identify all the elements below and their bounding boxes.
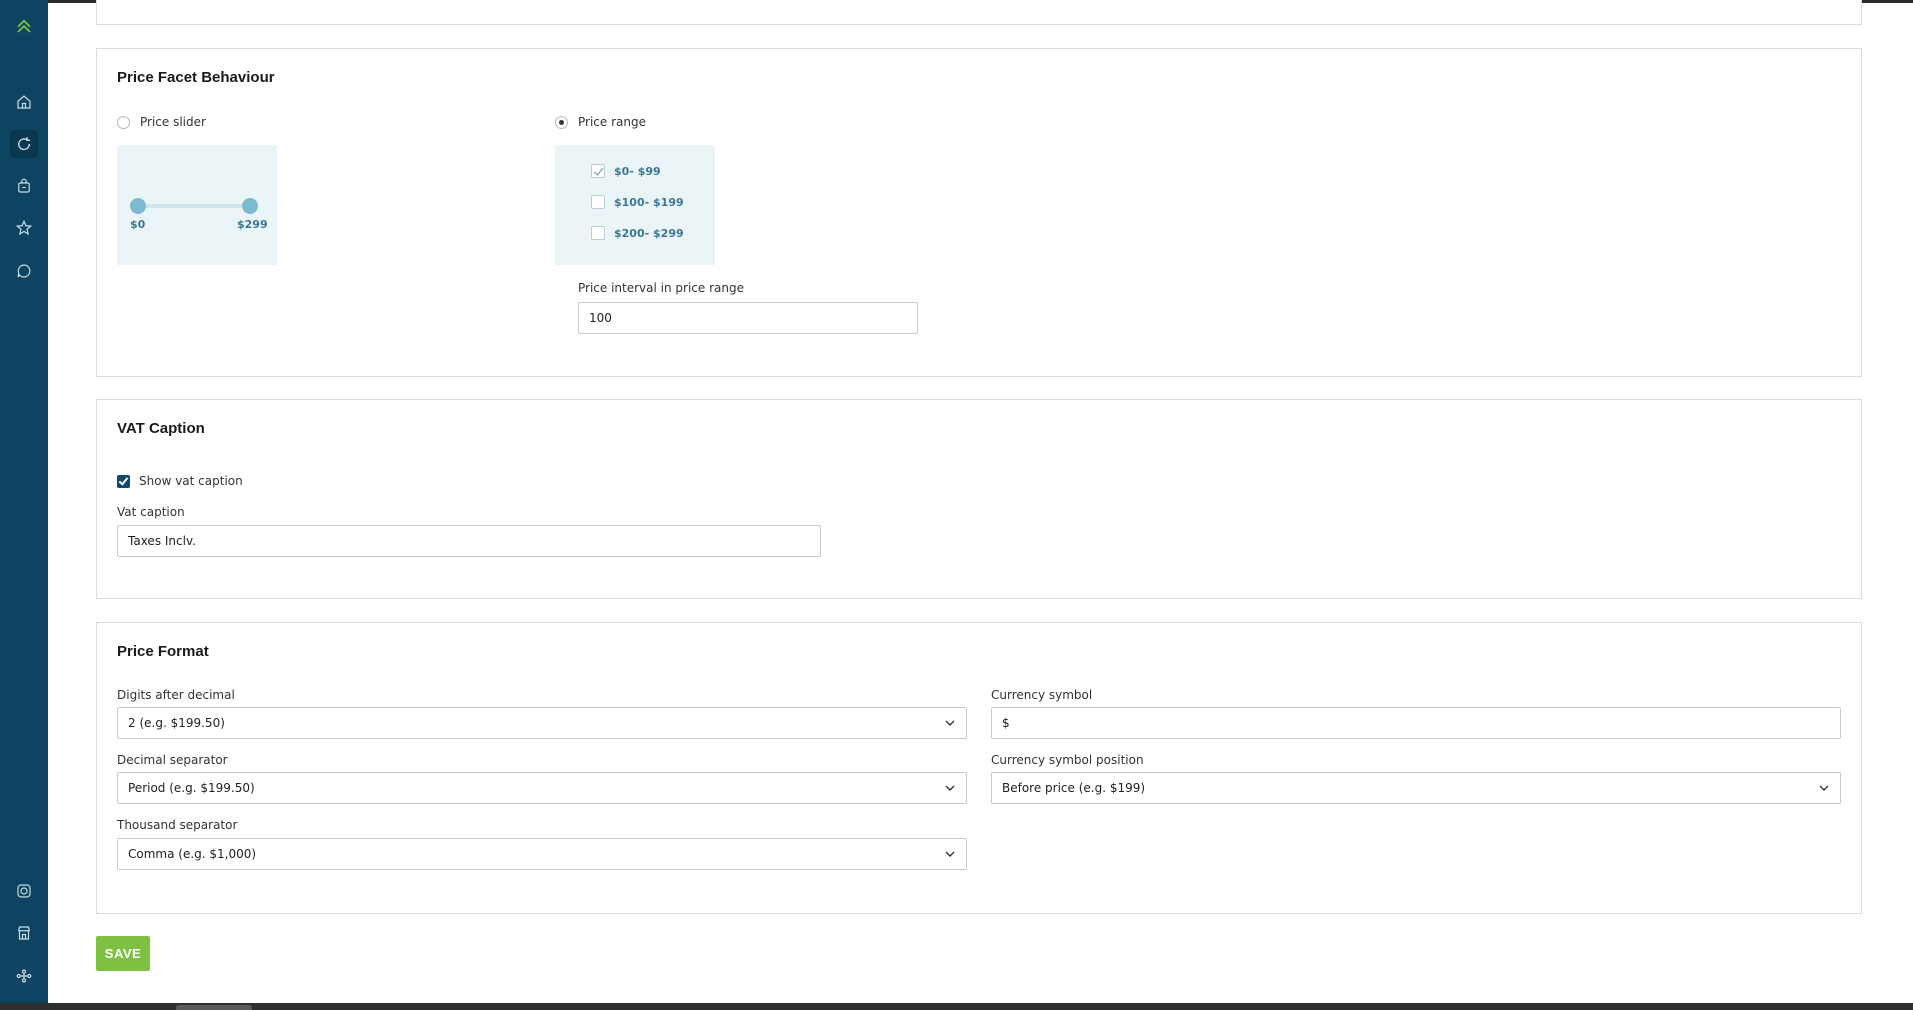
position-select[interactable]: Before price (e.g. $199): [991, 772, 1841, 804]
app-logo-icon[interactable]: [10, 12, 38, 40]
section-title: Price Facet Behaviour: [117, 69, 275, 86]
chat-icon[interactable]: [10, 257, 38, 285]
sidebar: [0, 0, 48, 1003]
price-range-preview: $0- $99 $100- $199 $200- $299: [555, 145, 715, 265]
radio-label: Price range: [578, 115, 646, 129]
chevron-down-icon: [945, 851, 955, 857]
decimal-select[interactable]: Period (e.g. $199.50): [117, 772, 967, 804]
slider-min-label: $0: [130, 218, 146, 231]
select-value: Before price (e.g. $199): [1002, 781, 1146, 795]
select-value: 2 (e.g. $199.50): [128, 716, 225, 730]
select-value: Comma (e.g. $1,000): [128, 847, 257, 861]
price-slider-radio[interactable]: Price slider: [117, 115, 206, 129]
digits-label: Digits after decimal: [117, 688, 235, 702]
instagram-icon[interactable]: [10, 877, 38, 905]
currency-input[interactable]: $: [991, 707, 1841, 739]
save-button[interactable]: SAVE: [96, 936, 150, 971]
slider-max-label: $299: [237, 218, 268, 231]
thousand-label: Thousand separator: [117, 818, 238, 832]
vat-caption-input[interactable]: Taxes Inclv.: [117, 525, 821, 557]
chevron-down-icon: [945, 720, 955, 726]
currency-label: Currency symbol: [991, 688, 1093, 702]
radio-label: Price slider: [140, 115, 206, 129]
window-bottom-bar: [0, 1003, 1913, 1010]
slider-track: [137, 204, 249, 208]
position-label: Currency symbol position: [991, 753, 1144, 767]
interval-label: Price interval in price range: [578, 281, 744, 295]
slider-max-handle: [242, 198, 258, 214]
price-range-radio[interactable]: Price range: [555, 115, 646, 129]
slider-min-handle: [130, 198, 146, 214]
range-label: $0- $99: [614, 164, 661, 178]
range-preview-item: $0- $99: [591, 164, 661, 178]
decimal-label: Decimal separator: [117, 753, 228, 767]
select-value: Period (e.g. $199.50): [128, 781, 255, 795]
range-label: $200- $299: [614, 226, 684, 240]
vat-caption-card: VAT Caption Show vat caption Vat caption…: [96, 399, 1862, 599]
radio-button[interactable]: [117, 115, 130, 129]
chevron-down-icon: [945, 785, 955, 791]
range-preview-item: $200- $299: [591, 226, 684, 240]
network-icon[interactable]: [10, 962, 38, 990]
range-preview-item: $100- $199: [591, 195, 684, 209]
refresh-icon[interactable]: [10, 130, 38, 158]
thousand-select[interactable]: Comma (e.g. $1,000): [117, 838, 967, 870]
section-title: VAT Caption: [117, 420, 205, 437]
checkbox-label: Show vat caption: [139, 474, 243, 488]
price-slider-preview: $0 $299: [117, 145, 277, 265]
star-icon[interactable]: [10, 214, 38, 242]
previous-section-card: [96, 0, 1862, 25]
price-facet-card: Price Facet Behaviour Price slider $0 $2…: [96, 48, 1862, 377]
digits-select[interactable]: 2 (e.g. $199.50): [117, 707, 967, 739]
checkbox-icon: [591, 195, 605, 209]
checkbox-icon: [591, 164, 605, 178]
taskbar-tab: [176, 1005, 252, 1010]
interval-input[interactable]: 100: [578, 302, 918, 334]
checkbox-checked-icon[interactable]: [117, 474, 130, 488]
show-vat-checkbox[interactable]: Show vat caption: [117, 474, 243, 488]
price-format-card: Price Format Digits after decimal 2 (e.g…: [96, 622, 1862, 914]
checkbox-icon: [591, 226, 605, 240]
main-content: Price Facet Behaviour Price slider $0 $2…: [48, 0, 1913, 1003]
vat-caption-label: Vat caption: [117, 505, 185, 519]
range-label: $100- $199: [614, 195, 684, 209]
home-icon[interactable]: [10, 88, 38, 116]
chevron-down-icon: [1819, 785, 1829, 791]
radio-button[interactable]: [555, 115, 568, 129]
store-icon[interactable]: [10, 919, 38, 947]
shopping-bag-icon[interactable]: [10, 172, 38, 200]
section-title: Price Format: [117, 643, 209, 660]
